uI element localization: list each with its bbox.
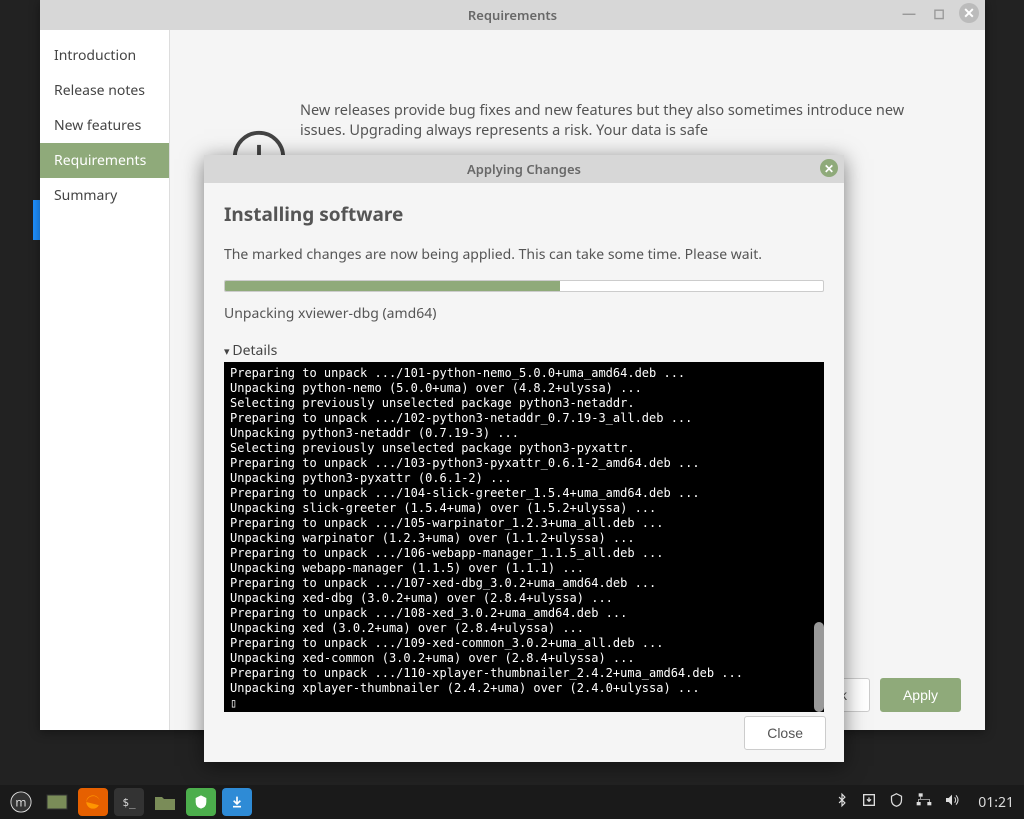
terminal-scrollbar[interactable] — [814, 622, 824, 712]
show-desktop-icon[interactable] — [42, 788, 72, 816]
sidebar-item-summary[interactable]: Summary — [40, 178, 169, 213]
sidebar-item-release-notes[interactable]: Release notes — [40, 73, 169, 108]
close-icon[interactable]: ✕ — [959, 3, 979, 23]
shield-icon[interactable] — [186, 788, 216, 816]
dialog-titlebar[interactable]: Applying Changes ✕ — [204, 155, 844, 183]
current-operation: Unpacking xviewer-dbg (amd64) — [224, 304, 824, 323]
sidebar: Introduction Release notes New features … — [40, 30, 170, 730]
bluetooth-icon[interactable] — [835, 792, 849, 813]
intro-text: New releases provide bug fixes and new f… — [300, 100, 945, 141]
sidebar-item-new-features[interactable]: New features — [40, 108, 169, 143]
taskbar: m $_ — [0, 785, 1024, 819]
dialog-heading: Installing software — [224, 201, 824, 227]
menu-icon[interactable]: m — [6, 788, 36, 816]
apply-button[interactable]: Apply — [880, 678, 961, 712]
minimize-icon[interactable]: — — [899, 3, 919, 23]
sidebar-item-requirements[interactable]: Requirements — [40, 143, 169, 178]
volume-icon[interactable] — [944, 792, 960, 813]
shield-tray-icon[interactable] — [889, 792, 904, 813]
network-icon[interactable] — [916, 792, 932, 813]
files-icon[interactable] — [150, 788, 180, 816]
updates-tray-icon[interactable] — [861, 792, 877, 813]
firefox-icon[interactable] — [78, 788, 108, 816]
terminal-app-icon[interactable]: $_ — [114, 788, 144, 816]
sidebar-item-introduction[interactable]: Introduction — [40, 38, 169, 73]
details-toggle[interactable]: Details — [224, 341, 824, 360]
dialog-subtext: The marked changes are now being applied… — [224, 245, 824, 264]
applying-changes-dialog: Applying Changes ✕ Installing software T… — [204, 155, 844, 762]
maximize-icon[interactable]: ◻ — [929, 3, 949, 23]
terminal-output[interactable]: Preparing to unpack .../101-python-nemo_… — [224, 362, 824, 712]
main-titlebar[interactable]: Requirements — ◻ ✕ — [40, 0, 985, 30]
dialog-close-button[interactable]: Close — [744, 716, 826, 750]
main-title: Requirements — [468, 6, 557, 24]
dialog-close-icon[interactable]: ✕ — [820, 159, 838, 177]
update-manager-icon[interactable] — [222, 788, 252, 816]
clock[interactable]: 01:21 — [978, 793, 1014, 812]
dialog-title: Applying Changes — [467, 160, 581, 178]
progress-bar — [224, 280, 824, 292]
progress-fill — [225, 281, 560, 291]
svg-text:m: m — [15, 795, 26, 811]
